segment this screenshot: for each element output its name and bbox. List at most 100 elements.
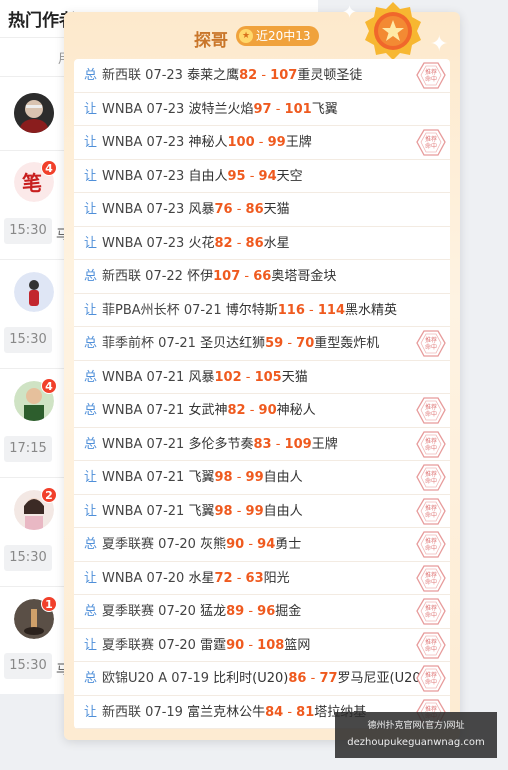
- stamp-text-1: 推荐: [425, 403, 437, 411]
- stamp-text-2: 命中: [425, 544, 437, 552]
- score-separator: -: [232, 503, 246, 519]
- pick-row[interactable]: 让 WNBA 07-23 神秘人100 - 99王牌 推荐 命中: [74, 126, 450, 160]
- time-label: 15:30: [4, 653, 52, 679]
- home-team: 富兰克林公牛: [187, 704, 266, 720]
- pick-row[interactable]: 总 WNBA 07-21 女武神82 - 90神秘人 推荐 命中: [74, 394, 450, 428]
- home-team: 女武神: [188, 403, 228, 418]
- pick-row[interactable]: 让 WNBA 07-23 火花82 - 86水星: [74, 227, 450, 260]
- score-separator: -: [232, 202, 246, 217]
- stamp-text-2: 命中: [425, 343, 437, 351]
- bet-type: 让: [84, 637, 98, 653]
- stamp-text-1: 推荐: [425, 68, 437, 76]
- avatar[interactable]: [14, 93, 54, 133]
- time-label: 15:30: [4, 545, 52, 571]
- home-team: 博尔特斯: [225, 302, 278, 318]
- pick-row[interactable]: 让 WNBA 07-23 风暴76 - 86天猫: [74, 193, 450, 227]
- bet-type: 总: [84, 604, 98, 619]
- notification-badge: 1: [41, 596, 57, 612]
- pick-row[interactable]: 总新西联 07-23 泰莱之鹰82 - 107重灵顿圣徒 推荐 命中: [74, 59, 450, 93]
- match-date: 07-23: [146, 202, 185, 217]
- home-team: 泰莱之鹰: [187, 68, 240, 83]
- home-score: 98: [214, 503, 233, 519]
- score-separator: -: [271, 101, 285, 117]
- score-separator: -: [283, 704, 297, 720]
- match-date: 07-23: [146, 235, 185, 251]
- pick-row[interactable]: 总菲季前杯 07-21 圣贝达红狮59 - 70重型轰炸机 推荐 命中: [74, 327, 450, 361]
- hit-stamp-icon: 推荐命中: [416, 397, 446, 424]
- record-badge: ★ 近20中13: [236, 26, 319, 46]
- away-team: 王牌: [311, 436, 338, 452]
- away-team: 神秘人: [276, 403, 316, 418]
- pick-row[interactable]: 让 WNBA 07-21 飞翼98 - 99自由人 推荐 命中: [74, 461, 450, 495]
- match-date: 07-20: [158, 604, 196, 619]
- stamp-text-1: 推荐: [425, 470, 437, 478]
- pick-row[interactable]: 总夏季联赛 07-20 猛龙89 - 96掘金 推荐 命中: [74, 595, 450, 629]
- stamp-text-2: 命中: [425, 645, 437, 653]
- pick-row[interactable]: 让 WNBA 07-20 水星72 - 63阳光 推荐 命中: [74, 562, 450, 595]
- home-score: 107: [213, 269, 241, 284]
- score-separator: -: [232, 235, 246, 251]
- pick-row[interactable]: 让菲PBA州长杯 07-21 博尔特斯116 - 114黑水精英: [74, 294, 450, 327]
- league-name: 夏季联赛: [102, 604, 155, 619]
- home-score: 59: [265, 336, 284, 351]
- league-name: WNBA: [102, 436, 143, 452]
- pick-row[interactable]: 让 WNBA 07-21 飞翼98 - 99自由人 推荐 命中: [74, 495, 450, 528]
- home-score: 102: [214, 369, 242, 385]
- match-date: 07-23: [146, 101, 185, 117]
- away-score: 114: [317, 302, 345, 318]
- bet-type: 让: [84, 202, 98, 217]
- home-team: 猛龙: [200, 604, 227, 619]
- time-label: 15:30: [4, 218, 52, 244]
- pick-row[interactable]: 让 WNBA 07-23 波特兰火焰97 - 101飞翼: [74, 93, 450, 126]
- league-name: 新西联: [102, 269, 142, 284]
- home-score: 72: [214, 570, 233, 586]
- hit-stamp-icon: 推荐命中: [416, 598, 446, 625]
- score-separator: -: [304, 302, 318, 318]
- away-team: 篮网: [284, 637, 311, 653]
- away-score: 108: [257, 637, 285, 653]
- hit-stamp-icon: 推荐命中: [416, 129, 446, 156]
- away-score: 101: [284, 101, 312, 117]
- home-team: 灰熊: [200, 537, 227, 552]
- away-team: 奥塔哥金块: [271, 269, 337, 284]
- home-team: 比利时(U20): [213, 671, 289, 686]
- bet-type: 总: [84, 436, 98, 452]
- match-date: 07-21: [146, 436, 185, 452]
- away-team: 勇士: [275, 537, 302, 552]
- expert-name: 探哥: [194, 31, 228, 51]
- hit-stamp-icon: 推荐命中: [416, 531, 446, 558]
- pick-row[interactable]: 让 WNBA 07-23 自由人95 - 94天空: [74, 160, 450, 193]
- avatar[interactable]: [14, 272, 54, 312]
- pick-row[interactable]: 总 WNBA 07-21 风暴102 - 105天猫: [74, 361, 450, 394]
- stamp-text-1: 推荐: [425, 537, 437, 545]
- away-team: 王牌: [285, 135, 312, 150]
- away-team: 重灵顿圣徒: [297, 68, 363, 83]
- score-separator: -: [245, 168, 259, 184]
- away-score: 99: [245, 470, 264, 485]
- league-name: WNBA: [102, 101, 143, 117]
- pick-row[interactable]: 总欧锦U20 A 07-19 比利时(U20)86 - 77罗马尼亚(U20) 推…: [74, 662, 450, 696]
- stamp-text-2: 命中: [425, 678, 437, 686]
- record-text: 近20中13: [256, 29, 311, 43]
- home-team: 雷霆: [200, 637, 227, 653]
- notification-badge: 2: [41, 487, 57, 503]
- home-team: 火花: [188, 235, 215, 251]
- home-score: 116: [277, 302, 305, 318]
- pick-row[interactable]: 总夏季联赛 07-20 灰熊90 - 94勇士 推荐 命中: [74, 528, 450, 562]
- score-separator: -: [244, 637, 258, 653]
- stamp-text-1: 推荐: [425, 671, 437, 679]
- home-score: 82: [227, 403, 246, 418]
- away-score: 99: [267, 135, 286, 150]
- pick-row[interactable]: 总新西联 07-22 怀伊107 - 66奥塔哥金块: [74, 260, 450, 294]
- score-separator: -: [232, 470, 246, 485]
- stamp-text-1: 推荐: [425, 437, 437, 445]
- watermark-url: dezhoupukeguanwnag.com: [347, 737, 485, 748]
- sparkle-icon: ✦: [342, 2, 358, 23]
- watermark: 德州扑克官网(官方)网址 dezhoupukeguanwnag.com: [335, 712, 497, 758]
- star-icon: ★: [239, 29, 253, 43]
- pick-row[interactable]: 总 WNBA 07-21 多伦多节奏83 - 109王牌 推荐 命中: [74, 428, 450, 461]
- league-name: 新西联: [102, 68, 142, 83]
- pick-row[interactable]: 让夏季联赛 07-20 雷霆90 - 108篮网 推荐 命中: [74, 629, 450, 662]
- home-team: 圣贝达红狮: [200, 336, 266, 351]
- away-team: 天猫: [263, 202, 290, 217]
